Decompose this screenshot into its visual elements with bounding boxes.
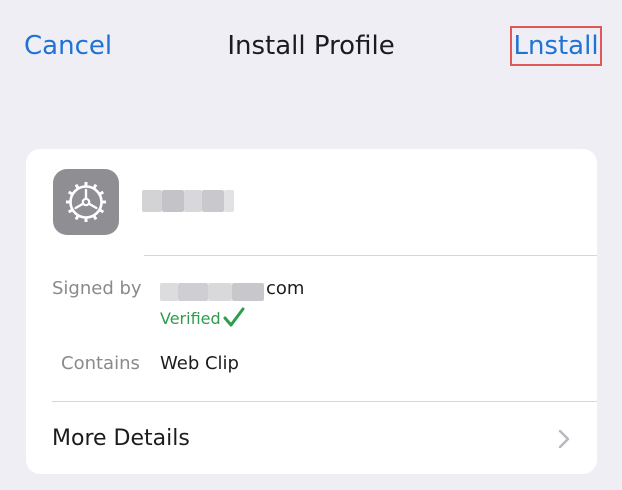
divider (144, 255, 597, 256)
verified-label: Verified (160, 309, 221, 328)
navigation-bar: Cancel Install Profile Lnstall (0, 0, 622, 92)
install-button[interactable]: Lnstall (510, 26, 602, 66)
signed-by-label: Signed by (52, 278, 142, 299)
profile-name-redacted (142, 190, 234, 212)
chevron-right-icon (557, 428, 571, 450)
more-details-row[interactable]: More Details (26, 401, 597, 474)
profile-card: Signed by com Verified Contains Web Clip… (26, 149, 597, 474)
contains-value: Web Clip (160, 353, 239, 374)
gear-icon (53, 169, 119, 235)
contains-label: Contains (61, 353, 140, 374)
signer-email-redacted (160, 283, 264, 301)
signer-email-suffix: com (266, 278, 305, 299)
more-details-label: More Details (52, 426, 190, 451)
checkmark-icon (222, 305, 246, 331)
